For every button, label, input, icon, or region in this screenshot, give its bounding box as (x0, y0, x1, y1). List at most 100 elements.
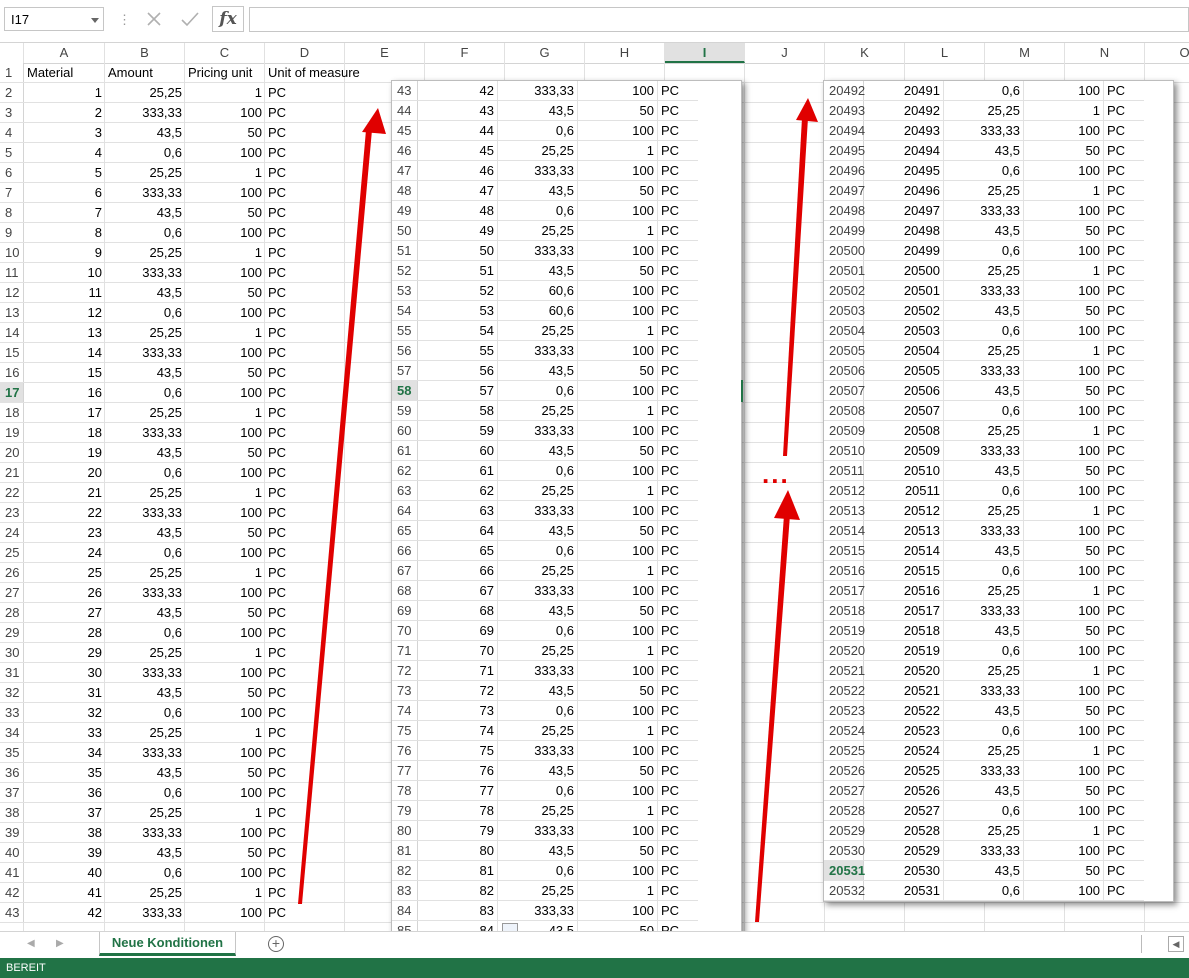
row-number[interactable]: 42 (0, 883, 24, 902)
amount-cell[interactable]: 333,33 (944, 361, 1024, 380)
pricing-unit-cell[interactable]: 100 (1024, 401, 1104, 420)
pricing-unit-cell[interactable]: 100 (578, 901, 658, 920)
row-number[interactable]: 67 (392, 561, 418, 580)
unit-cell[interactable]: PC (658, 881, 718, 900)
pricing-unit-cell[interactable]: 100 (1024, 881, 1104, 900)
unit-cell[interactable]: PC (1104, 801, 1164, 820)
unit-cell[interactable]: PC (658, 301, 718, 320)
material-cell[interactable]: 81 (418, 861, 498, 880)
amount-cell[interactable]: 25,25 (105, 403, 185, 422)
row-number[interactable]: 20506 (824, 361, 865, 380)
material-cell[interactable]: 38 (24, 823, 105, 842)
amount-cell[interactable]: 25,25 (498, 721, 578, 740)
column-header-o[interactable]: O (1145, 43, 1189, 63)
material-cell[interactable]: 20521 (864, 681, 944, 700)
row-number[interactable]: 48 (392, 181, 418, 200)
amount-cell[interactable]: 25,25 (498, 801, 578, 820)
amount-cell[interactable]: 25,25 (944, 181, 1024, 200)
amount-cell[interactable]: 333,33 (944, 761, 1024, 780)
unit-cell[interactable]: PC (1104, 541, 1164, 560)
material-cell[interactable]: 20524 (864, 741, 944, 760)
unit-cell[interactable]: PC (1104, 621, 1164, 640)
unit-cell[interactable]: PC (658, 201, 718, 220)
amount-cell[interactable]: 333,33 (944, 441, 1024, 460)
material-cell[interactable]: 76 (418, 761, 498, 780)
pricing-unit-cell[interactable]: 100 (578, 501, 658, 520)
pricing-unit-cell[interactable]: 50 (185, 363, 265, 382)
unit-cell[interactable]: PC (1104, 601, 1164, 620)
material-cell[interactable]: 18 (24, 423, 105, 442)
amount-cell[interactable]: 60,6 (498, 301, 578, 320)
material-cell[interactable]: 53 (418, 301, 498, 320)
material-cell[interactable]: 20501 (864, 281, 944, 300)
row-number[interactable]: 61 (392, 441, 418, 460)
unit-cell[interactable]: PC (1104, 361, 1164, 380)
material-cell[interactable]: 21 (24, 483, 105, 502)
pricing-unit-cell[interactable]: 50 (1024, 781, 1104, 800)
amount-cell[interactable]: 333,33 (105, 743, 185, 762)
row-number[interactable]: 44 (392, 101, 418, 120)
select-all-corner[interactable] (0, 43, 24, 63)
pricing-unit-cell[interactable]: 100 (185, 783, 265, 802)
row-number[interactable]: 20499 (824, 221, 865, 240)
material-cell[interactable]: 17 (24, 403, 105, 422)
amount-cell[interactable]: 333,33 (944, 521, 1024, 540)
amount-cell[interactable]: 43,5 (498, 181, 578, 200)
column-header-g[interactable]: G (505, 43, 585, 63)
amount-cell[interactable]: 43,5 (105, 443, 185, 462)
material-cell[interactable]: 78 (418, 801, 498, 820)
material-cell[interactable]: 5 (24, 163, 105, 182)
material-cell[interactable]: 31 (24, 683, 105, 702)
unit-cell[interactable]: PC (265, 243, 345, 262)
amount-cell[interactable]: 333,33 (498, 741, 578, 760)
unit-cell[interactable]: PC (658, 281, 718, 300)
pricing-unit-cell[interactable]: 1 (185, 243, 265, 262)
row-number[interactable]: 20512 (824, 481, 865, 500)
row-number[interactable]: 9 (0, 223, 24, 242)
material-cell[interactable]: 30 (24, 663, 105, 682)
row-number[interactable]: 78 (392, 781, 418, 800)
row-number[interactable]: 31 (0, 663, 24, 682)
amount-cell[interactable]: 25,25 (944, 821, 1024, 840)
amount-cell[interactable]: 0,6 (105, 223, 185, 242)
row-number[interactable]: 33 (0, 703, 24, 722)
pricing-unit-cell[interactable]: 100 (1024, 801, 1104, 820)
material-cell[interactable]: 52 (418, 281, 498, 300)
unit-cell[interactable]: PC (658, 541, 718, 560)
unit-cell[interactable]: PC (1104, 561, 1164, 580)
material-cell[interactable]: 19 (24, 443, 105, 462)
amount-cell[interactable]: 0,6 (944, 801, 1024, 820)
unit-cell[interactable]: PC (1104, 161, 1164, 180)
unit-cell[interactable]: PC (1104, 641, 1164, 660)
row-number[interactable]: 82 (392, 861, 418, 880)
unit-cell[interactable]: PC (658, 621, 718, 640)
row-number[interactable]: 59 (392, 401, 418, 420)
material-cell[interactable]: 42 (24, 903, 105, 922)
row-number[interactable]: 3 (0, 103, 24, 122)
pricing-unit-cell[interactable]: 100 (578, 241, 658, 260)
unit-cell[interactable]: PC (265, 583, 345, 602)
material-cell[interactable]: 49 (418, 221, 498, 240)
row-number[interactable]: 45 (392, 121, 418, 140)
amount-cell[interactable]: 43,5 (944, 701, 1024, 720)
material-cell[interactable]: 51 (418, 261, 498, 280)
pricing-unit-cell[interactable]: 100 (1024, 481, 1104, 500)
pricing-unit-cell[interactable]: 100 (578, 861, 658, 880)
pricing-unit-cell[interactable]: 1 (578, 561, 658, 580)
pricing-unit-cell[interactable]: 1 (185, 323, 265, 342)
amount-cell[interactable]: 43,5 (498, 521, 578, 540)
row-number[interactable]: 20497 (824, 181, 865, 200)
unit-cell[interactable]: PC (1104, 281, 1164, 300)
pricing-unit-cell[interactable]: 100 (1024, 841, 1104, 860)
pricing-unit-cell[interactable]: 1 (1024, 821, 1104, 840)
amount-cell[interactable]: 25,25 (498, 561, 578, 580)
amount-cell[interactable]: 25,25 (944, 421, 1024, 440)
pricing-unit-cell[interactable]: 1 (185, 723, 265, 742)
pricing-unit-cell[interactable]: 50 (185, 523, 265, 542)
row-number[interactable]: 19 (0, 423, 24, 442)
row-number[interactable]: 20500 (824, 241, 865, 260)
amount-cell[interactable]: 25,25 (498, 221, 578, 240)
material-cell[interactable]: 4 (24, 143, 105, 162)
amount-cell[interactable]: 43,5 (944, 221, 1024, 240)
row-number[interactable]: 20492 (824, 81, 865, 100)
